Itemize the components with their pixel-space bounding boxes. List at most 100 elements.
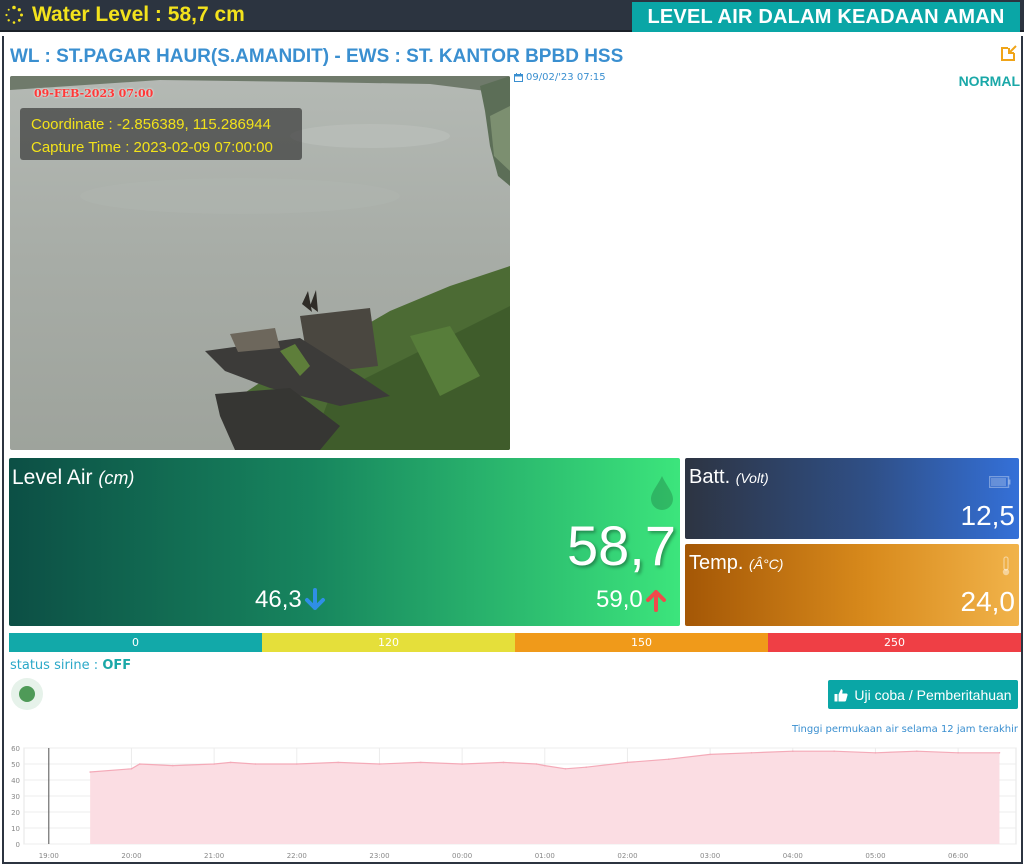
level-air-value: 58,7 (567, 514, 676, 577)
siren-status-value: OFF (102, 658, 132, 673)
level-air-panel: Level Air (cm) 58,7 46,3 59,0 (9, 458, 680, 626)
battery-unit: (Volt) (735, 470, 769, 486)
thumbs-up-icon (834, 688, 848, 701)
chart-y-tick-label: 10 (11, 825, 20, 833)
chart-data-point (668, 758, 670, 760)
chart-x-tick-label: 05:00 (865, 852, 885, 860)
status-normal-label: NORMAL (958, 73, 1020, 89)
chart-data-point (296, 763, 298, 765)
chart-x-tick-label: 01:00 (535, 852, 555, 860)
chart-x-tick-label: 03:00 (700, 852, 720, 860)
spinner-icon (4, 5, 24, 25)
chart-title: Tinggi permukaan air selama 12 jam terak… (791, 724, 1018, 735)
level-min-value: 46,3 (255, 586, 302, 613)
chart-data-point (874, 752, 877, 754)
chart-x-tick-label: 23:00 (369, 852, 389, 860)
water-level-chart[interactable]: 0 10 20 30 40 50 60 19:00 20:00 21:00 22:00 23:00 00… (4, 738, 1020, 862)
chart-x-tick-label: 21:00 (204, 852, 224, 860)
chart-y-tick-label: 40 (11, 777, 20, 785)
chart-data-point (585, 766, 587, 768)
camera-datestamp: 09-FEB-2023 07:00 (34, 87, 154, 100)
test-notification-label: Uji coba / Pemberitahuan (854, 686, 1012, 703)
chart-data-point (750, 752, 753, 754)
chart-data-point (564, 768, 567, 770)
temperature-label: Temp. (689, 552, 744, 574)
update-timestamp: 09/02/'23 07:15 (514, 72, 606, 83)
level-min: 46,3 (255, 586, 326, 614)
temperature-title: Temp. (Â°C) (689, 552, 783, 575)
siren-status: status sirine : OFF (10, 658, 131, 673)
chart-data-point (229, 761, 232, 764)
chart-data-point (461, 763, 463, 765)
battery-icon (989, 476, 1011, 488)
chart-data-point (254, 763, 257, 765)
scale-segment-120: 120 (262, 633, 515, 652)
arrow-down-icon (304, 588, 325, 610)
chart-x-tick-label: 19:00 (39, 852, 59, 860)
water-drop-icon (651, 476, 673, 510)
level-scale-bar: 0 120 150 250 (9, 633, 1021, 652)
scale-segment-150: 150 (515, 633, 768, 652)
chart-y-tick-label: 50 (11, 761, 20, 769)
chart-x-tick-label: 00:00 (452, 852, 472, 860)
test-notification-button[interactable]: Uji coba / Pemberitahuan (828, 680, 1018, 709)
water-level-badge: Water Level : 58,7 cm (4, 3, 245, 27)
scale-segment-250: 250 (768, 633, 1021, 652)
temperature-panel: Temp. (Â°C) 24,0 (685, 544, 1019, 626)
chart-y-tick-label: 30 (11, 793, 20, 801)
water-level-text: Water Level : 58,7 cm (32, 3, 245, 26)
chart-data-point (998, 752, 1001, 754)
chart-data-point (337, 761, 339, 764)
scale-segment-0: 0 (9, 633, 262, 652)
level-max-value: 59,0 (596, 586, 643, 613)
camera-capture-time: Capture Time : 2023-02-09 07:00:00 (31, 139, 273, 156)
chart-data-point (916, 750, 918, 752)
chart-x-tick-label: 04:00 (783, 852, 803, 860)
chart-data-point (213, 763, 215, 765)
chart-y-tick-label: 20 (11, 809, 20, 817)
chart-data-point (709, 753, 711, 756)
siren-indicator-icon (11, 678, 43, 710)
chart-x-tick-label: 06:00 (948, 852, 968, 860)
chart-y-tick-label: 0 (16, 841, 20, 849)
chart-data-point (535, 763, 538, 765)
level-air-label: Level Air (12, 466, 93, 489)
battery-label: Batt. (689, 466, 731, 488)
chart-data-point (502, 761, 505, 764)
level-max: 59,0 (596, 586, 667, 614)
chart-data-point (420, 761, 422, 764)
chart-data-point (378, 763, 381, 765)
chart-y-tick-label: 60 (11, 745, 20, 753)
chart-data-point (138, 763, 141, 765)
level-air-unit: (cm) (98, 468, 135, 488)
battery-title: Batt. (Volt) (689, 466, 769, 489)
battery-panel: Batt. (Volt) 12,5 (685, 458, 1019, 539)
chart-data-point (833, 750, 835, 752)
chart-data-point (626, 761, 629, 764)
arrow-up-icon (645, 590, 666, 612)
chart-data-point (792, 750, 794, 752)
camera-coordinate: Coordinate : -2.856389, 115.286944 (31, 116, 271, 133)
top-bar: Water Level : 58,7 cm LEVEL AIR DALAM KE… (0, 0, 1024, 32)
chart-data-point (172, 764, 174, 767)
thermometer-icon (1002, 556, 1010, 576)
chart-data-point (544, 764, 546, 767)
chart-data-point (130, 768, 133, 770)
level-air-title: Level Air (cm) (12, 466, 134, 490)
chart-x-tick-label: 22:00 (287, 852, 307, 860)
siren-status-label: status sirine : (10, 658, 99, 673)
camera-snapshot[interactable]: 09-FEB-2023 07:00 Coordinate : -2.856389… (10, 76, 510, 450)
station-title: WL : ST.PAGAR HAUR(S.AMANDIT) - EWS : ST… (10, 46, 624, 67)
timestamp-text: 09/02/'23 07:15 (526, 72, 606, 83)
chart-x-tick-label: 20:00 (121, 852, 141, 860)
calendar-icon (514, 73, 523, 82)
temperature-unit: (Â°C) (749, 556, 784, 572)
external-link-icon[interactable] (1000, 44, 1018, 62)
camera-info-box: Coordinate : -2.856389, 115.286944 Captu… (20, 108, 302, 160)
chart-data-point (957, 752, 959, 754)
temperature-value: 24,0 (960, 586, 1016, 617)
status-banner: LEVEL AIR DALAM KEADAAN AMAN (632, 2, 1020, 32)
battery-value: 12,5 (960, 500, 1016, 531)
chart-x-tick-label: 02:00 (617, 852, 637, 860)
chart-data-point (89, 771, 91, 773)
